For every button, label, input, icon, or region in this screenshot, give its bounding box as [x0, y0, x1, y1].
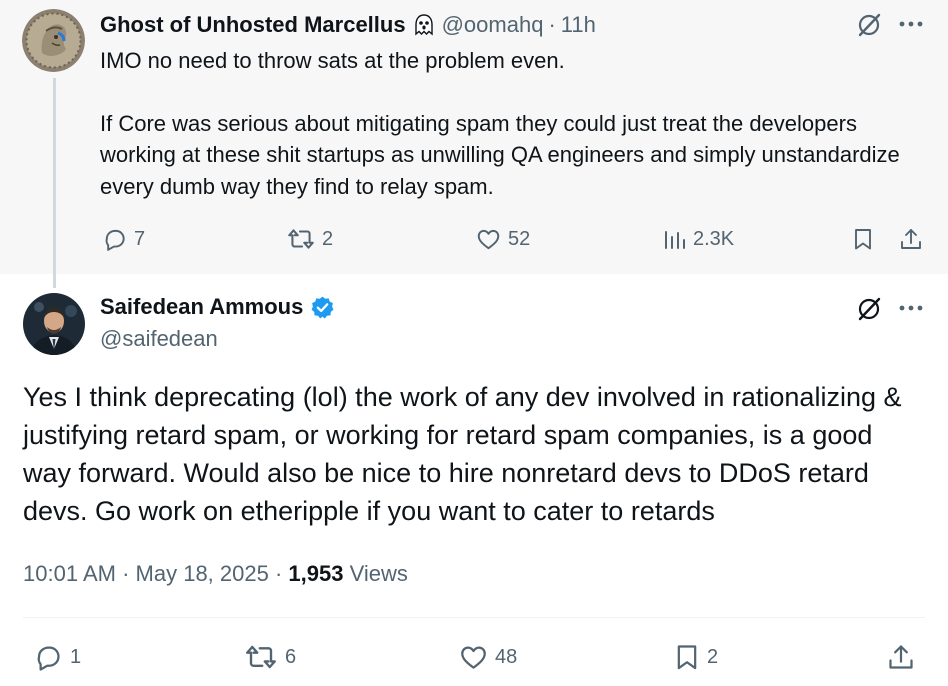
- bookmark-button[interactable]: 2: [673, 642, 718, 672]
- repost-button[interactable]: 2: [286, 226, 333, 252]
- separator-dot: ·: [548, 12, 556, 37]
- repost-count: 6: [285, 645, 297, 668]
- tweet-date[interactable]: May 18, 2025: [136, 561, 269, 586]
- author-handle[interactable]: @oomahq: [442, 12, 544, 38]
- like-count: 48: [495, 645, 518, 668]
- reply-icon: [105, 229, 125, 251]
- grok-icon[interactable]: [856, 12, 882, 38]
- reply-button[interactable]: 1: [33, 642, 81, 672]
- grok-icon[interactable]: [856, 296, 882, 322]
- main-tweet-text: Yes I think deprecating (lol) the work o…: [23, 382, 902, 526]
- share-button[interactable]: [899, 226, 923, 252]
- parent-tweet[interactable]: Ghost of Unhosted Marcellus @oomahq · 11…: [0, 0, 948, 288]
- views-count: 1,953: [288, 561, 344, 586]
- repost-icon: [246, 645, 276, 669]
- views-count: 2.3K: [693, 227, 735, 250]
- share-button[interactable]: [887, 642, 915, 672]
- bookmark-icon: [855, 229, 871, 250]
- verified-badge-icon[interactable]: [310, 295, 335, 320]
- like-count: 52: [508, 227, 531, 250]
- analytics-icon: [665, 231, 685, 249]
- views-label: Views: [349, 561, 408, 586]
- divider: [23, 617, 925, 618]
- ghost-emoji-icon: [414, 14, 434, 36]
- reply-count: 1: [70, 645, 82, 668]
- tweet-time[interactable]: 11h: [561, 12, 596, 38]
- parent-tweet-text: IMO no need to throw sats at the problem…: [100, 45, 920, 202]
- more-options-icon[interactable]: [899, 20, 923, 28]
- tweet-time[interactable]: 10:01 AM: [23, 561, 116, 586]
- reply-icon: [37, 646, 60, 671]
- avatar[interactable]: [22, 9, 85, 72]
- heart-icon: [461, 646, 486, 669]
- author-handle[interactable]: @saifedean: [100, 326, 218, 352]
- parent-text-line-1: IMO no need to throw sats at the problem…: [100, 48, 565, 73]
- bookmark-icon: [677, 645, 697, 670]
- avatar[interactable]: [23, 293, 85, 355]
- views-button[interactable]: 2.3K: [663, 226, 734, 252]
- heart-icon: [477, 229, 500, 250]
- thread-connector-line: [53, 78, 56, 288]
- repost-count: 2: [322, 227, 334, 250]
- bookmark-button[interactable]: [851, 226, 875, 252]
- parent-author-row: Ghost of Unhosted Marcellus @oomahq · 11…: [100, 11, 596, 39]
- parent-text-line-2: If Core was serious about mitigating spa…: [100, 110, 900, 199]
- reply-count: 7: [134, 227, 146, 250]
- main-author-row: Saifedean Ammous: [100, 293, 335, 321]
- like-button[interactable]: 52: [475, 226, 530, 252]
- display-name[interactable]: Saifedean Ammous: [100, 294, 303, 320]
- repost-icon: [288, 229, 314, 249]
- separator-dot: ·: [122, 561, 130, 586]
- reply-button[interactable]: 7: [102, 226, 145, 252]
- bookmark-count: 2: [707, 645, 719, 668]
- share-icon: [889, 645, 913, 669]
- tweet-metadata: 10:01 AM · May 18, 2025 · 1,953 Views: [23, 561, 408, 587]
- display-name[interactable]: Ghost of Unhosted Marcellus: [100, 12, 406, 38]
- like-button[interactable]: 48: [458, 642, 517, 672]
- more-options-icon[interactable]: [899, 304, 923, 312]
- repost-button[interactable]: 6: [243, 642, 296, 672]
- separator-dot: ·: [274, 561, 283, 586]
- share-icon: [901, 229, 921, 249]
